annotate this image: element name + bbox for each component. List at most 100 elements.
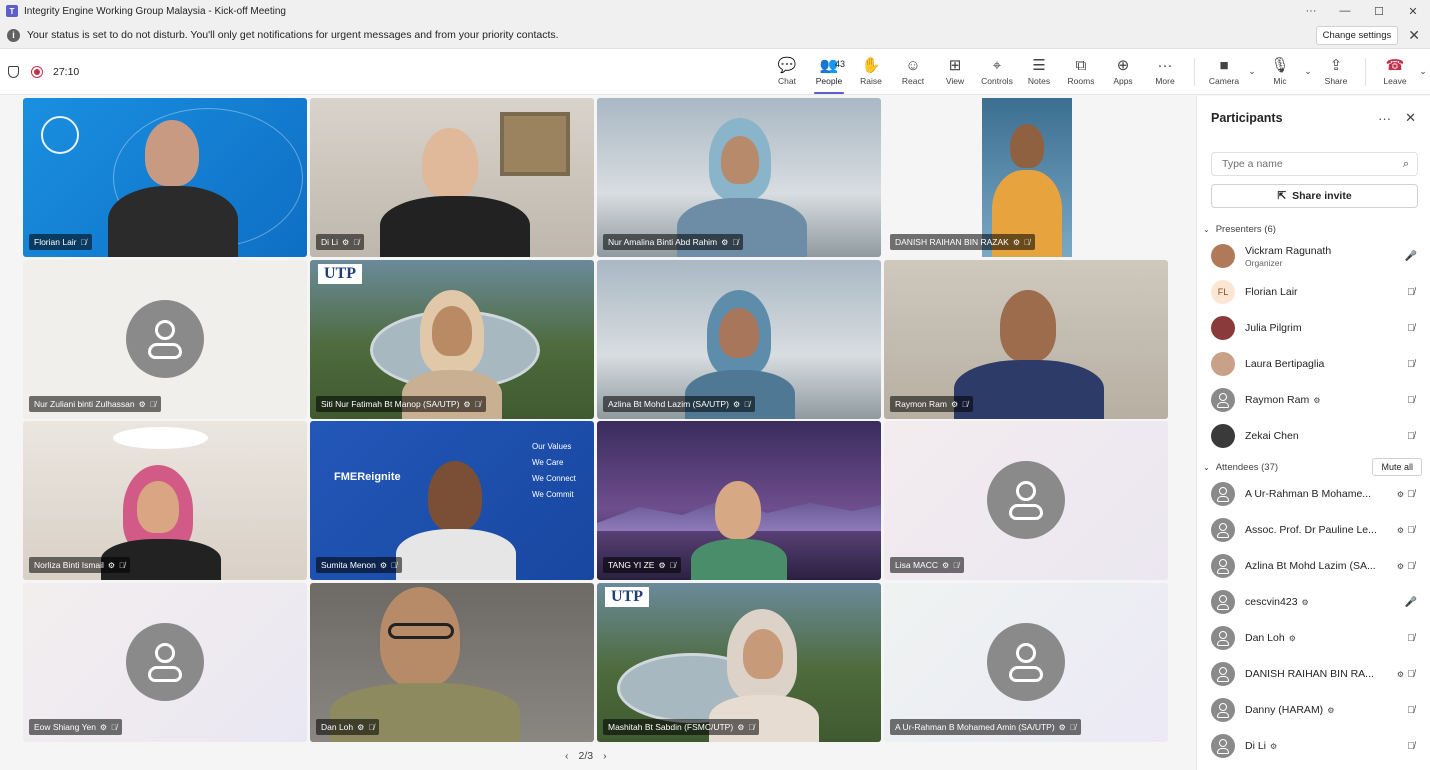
chat-button[interactable]: 💬 Chat <box>766 49 808 95</box>
tile-name-label: Nur Zuliani binti Zulhassan ⚙ 🎙̸ <box>29 396 161 412</box>
video-tile[interactable]: UTP Siti Nur Fatimah Bt Manop (SA/UTP) ⚙ 🎙… <box>310 260 594 419</box>
presenter-badge-icon: ⚙ <box>107 560 116 570</box>
participant-name: Julia Pilgrim <box>1245 322 1302 334</box>
shield-icon[interactable] <box>8 65 19 78</box>
default-avatar-icon <box>987 460 1065 539</box>
video-tile[interactable]: Norliza Binti Ismail ⚙ 🎙̸ <box>23 421 307 580</box>
participant-search-input[interactable]: Type a name ⌕ <box>1211 152 1418 176</box>
react-label: React <box>901 75 925 86</box>
leave-options-chevron-icon[interactable]: ⌄ <box>1416 66 1430 77</box>
mute-all-button[interactable]: Mute all <box>1372 458 1422 476</box>
mic-off-icon: 🎙̸ <box>1069 722 1076 732</box>
participant-row[interactable]: Julia Pilgrim 🎙̸ <box>1197 310 1430 346</box>
participant-row[interactable]: Zekai Chen 🎙̸ <box>1197 418 1430 454</box>
close-window-button[interactable]: ✕ <box>1396 5 1430 18</box>
mic-off-icon: 🎙̸ <box>1407 358 1415 370</box>
tile-name-label: Florian Lair 🎙̸ <box>29 234 92 250</box>
leave-button[interactable]: ☎ Leave <box>1374 49 1416 95</box>
participant-row[interactable]: A Ur-Rahman B Mohame... ⚙ 🎙̸ <box>1197 476 1430 512</box>
default-avatar-icon <box>126 299 204 378</box>
notes-button[interactable]: ☰ Notes <box>1018 49 1060 95</box>
rooms-button[interactable]: ⧉ Rooms <box>1060 49 1102 95</box>
panel-more-icon[interactable]: ··· <box>1378 111 1391 126</box>
search-placeholder: Type a name <box>1222 158 1283 170</box>
tile-name-label: Azlina Bt Mohd Lazim (SA/UTP) ⚙ 🎙̸ <box>603 396 756 412</box>
participant-row[interactable]: Raymon Ram ⚙ 🎙̸ <box>1197 382 1430 418</box>
participant-row[interactable]: Di Li ⚙ 🎙̸ <box>1197 728 1430 764</box>
participant-row[interactable]: Danny (HARAM) ⚙ 🎙̸ <box>1197 692 1430 728</box>
video-tile[interactable]: A Ur-Rahman B Mohamed Amin (SA/UTP) ⚙ 🎙̸ <box>884 583 1168 742</box>
participant-torso <box>691 539 787 580</box>
participant-row[interactable]: Assoc. Prof. Dr Pauline Le... ⚙ 🎙̸ <box>1197 512 1430 548</box>
video-tile[interactable]: Florian Lair 🎙̸ <box>23 98 307 257</box>
maximize-button[interactable]: ☐ <box>1362 5 1396 18</box>
tile-name-label: Di Li ⚙ 🎙̸ <box>316 234 365 250</box>
participant-row[interactable]: FL Florian Lair 🎙̸ <box>1197 274 1430 310</box>
panel-close-icon[interactable]: ✕ <box>1405 110 1416 126</box>
video-tile[interactable]: TANG YI ZE ⚙ 🎙̸ <box>597 421 881 580</box>
apps-button[interactable]: ⊕ Apps <box>1102 49 1144 95</box>
view-label: View <box>945 75 965 86</box>
minimize-button[interactable]: — <box>1328 5 1362 17</box>
participant-face <box>137 481 179 533</box>
participant-row[interactable]: Laura Bertipaglia 🎙̸ <box>1197 346 1430 382</box>
participant-row[interactable]: cescvin423 ⚙ 🎤 <box>1197 584 1430 620</box>
video-tile[interactable]: Raymon Ram ⚙ 🎙̸ <box>884 260 1168 419</box>
values-text: Our Values We Care We Connect We Commit <box>532 439 588 503</box>
camera-options-chevron-icon[interactable]: ⌄ <box>1245 66 1259 77</box>
view-button[interactable]: ⊞ View <box>934 49 976 95</box>
mic-on-icon: 🎤 <box>1404 596 1418 608</box>
panel-title: Participants <box>1211 111 1283 125</box>
external-badge-icon: ⚙ <box>1327 705 1335 715</box>
share-button[interactable]: ⇪ Share <box>1315 49 1357 95</box>
video-tile[interactable]: Azlina Bt Mohd Lazim (SA/UTP) ⚙ 🎙̸ <box>597 260 881 419</box>
participant-row[interactable]: DANISH RAIHAN BIN RA... ⚙ 🎙̸ <box>1197 656 1430 692</box>
video-tile[interactable]: Lisa MACC ⚙ 🎙̸ <box>884 421 1168 580</box>
un-logo-icon <box>41 116 79 154</box>
banner-close-icon[interactable]: ✕ <box>1408 27 1420 44</box>
mic-off-icon: 🎙̸ <box>80 237 87 247</box>
people-button[interactable]: 👥 43 People <box>808 49 850 95</box>
video-tile[interactable]: FMEReignite Our Values We Care We Connec… <box>310 421 594 580</box>
presenters-header-label: Presenters (6) <box>1215 223 1276 235</box>
notes-label: Notes <box>1027 75 1051 86</box>
leave-label: Leave <box>1383 75 1407 86</box>
prev-page-chevron-icon[interactable]: ‹ <box>565 750 569 762</box>
external-badge-icon: ⚙ <box>1396 669 1404 679</box>
mic-button[interactable]: 🎙 Mic <box>1259 49 1301 95</box>
people-count: 43 <box>835 58 846 69</box>
video-tile[interactable]: DANISH RAIHAN BIN RAZAK ⚙ 🎙̸ <box>884 98 1168 257</box>
participant-name: Assoc. Prof. Dr Pauline Le... <box>1245 524 1377 536</box>
attendees-header-label: Attendees (37) <box>1215 461 1279 473</box>
change-settings-button[interactable]: Change settings <box>1315 25 1399 45</box>
collapse-chevron-icon: ⌄ <box>1203 462 1210 472</box>
mic-icon: 🎙 <box>1270 56 1290 74</box>
video-tile[interactable]: Eow Shiang Yen ⚙ 🎙̸ <box>23 583 307 742</box>
camera-button[interactable]: ■ Camera <box>1203 49 1245 95</box>
participant-row[interactable]: Dan Loh ⚙ 🎙̸ <box>1197 620 1430 656</box>
title-bar: T Integrity Engine Working Group Malaysi… <box>0 0 1430 22</box>
raise-hand-button[interactable]: ✋ Raise <box>850 49 892 95</box>
values-heading: Our Values <box>532 442 572 451</box>
controls-button[interactable]: ⌖ Controls <box>976 49 1018 95</box>
mic-off-icon: 🎙̸ <box>111 722 118 732</box>
chat-icon: 💬 <box>777 56 797 74</box>
react-button[interactable]: ☺ React <box>892 49 934 95</box>
more-button[interactable]: ··· More <box>1144 49 1186 95</box>
mic-options-chevron-icon[interactable]: ⌄ <box>1301 66 1315 77</box>
video-tile[interactable]: Nur Amalina Binti Abd Rahim ⚙ 🎙̸ <box>597 98 881 257</box>
participant-row[interactable]: Azlina Bt Mohd Lazim (SA... ⚙ 🎙̸ <box>1197 548 1430 584</box>
share-invite-button[interactable]: ⇱ Share invite <box>1211 184 1418 208</box>
video-tile[interactable]: Di Li ⚙ 🎙̸ <box>310 98 594 257</box>
next-page-chevron-icon[interactable]: › <box>603 750 607 762</box>
video-tile[interactable]: Nur Zuliani binti Zulhassan ⚙ 🎙̸ <box>23 260 307 419</box>
presenters-section-header[interactable]: ⌄ Presenters (6) <box>1197 220 1430 238</box>
dnd-banner: i Your status is set to do not disturb. … <box>0 22 1430 49</box>
external-badge-icon: ⚙ <box>1396 561 1404 571</box>
video-tile[interactable]: Dan Loh ⚙ 🎙̸ <box>310 583 594 742</box>
video-tile[interactable]: UTP Mashitah Bt Sabdin (FSMC/UTP) ⚙ 🎙̸ <box>597 583 881 742</box>
window-more-button[interactable]: ··· <box>1294 5 1328 17</box>
participants-panel: Participants ··· ✕ Type a name ⌕ ⇱ Share… <box>1196 96 1430 770</box>
attendees-section-header[interactable]: ⌄ Attendees (37) Mute all <box>1197 458 1430 476</box>
participant-row[interactable]: Vickram Ragunath Organizer 🎤 <box>1197 238 1430 274</box>
